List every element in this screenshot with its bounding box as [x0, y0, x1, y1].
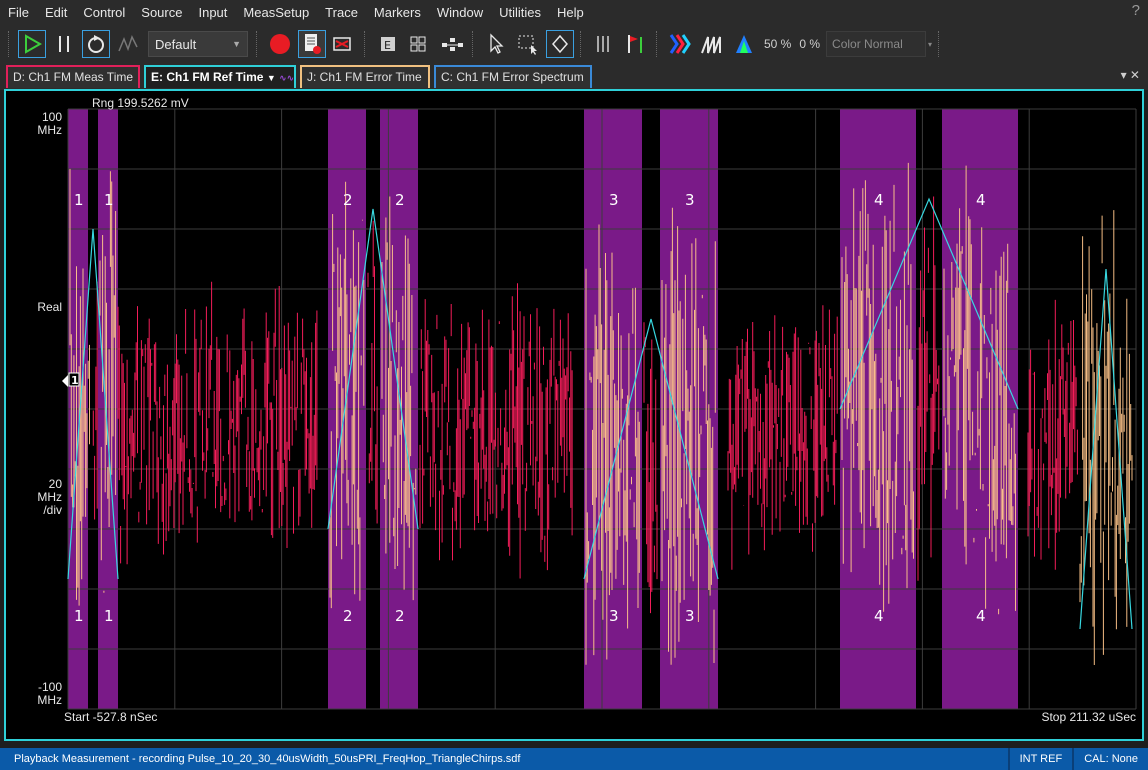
pulse-label: 3	[685, 607, 695, 625]
trace-noise	[117, 281, 318, 565]
menu-help[interactable]: Help	[549, 0, 592, 26]
chevron-down-icon[interactable]: ▼	[267, 73, 276, 83]
pulse-label: 2	[395, 607, 405, 625]
pulse-label: 1	[104, 607, 114, 625]
y-format-label: Real	[37, 300, 62, 314]
pulse-label: 4	[976, 607, 986, 625]
tab-ch1-fm-meas-time[interactable]: D: Ch1 FM Meas Time	[6, 65, 140, 88]
stop-label: Stop 211.32 uSec	[1041, 710, 1136, 724]
trace-display[interactable]: 1 1 1 1 2 2 2 2 3 3 3 3 4 4 4 4 1 Rng 199.5262 mV 100 MH…	[4, 89, 1144, 741]
pulse-label: 4	[976, 191, 986, 209]
pulse-label: 3	[609, 607, 619, 625]
trace-plot[interactable]: 1 1 1 1 2 2 2 2 3 3 3 3 4 4 4 4 1	[6, 91, 1142, 739]
trace-noise	[917, 196, 940, 581]
trace-noise	[643, 322, 658, 614]
color-mode-dropdown[interactable]: Color Normal	[826, 31, 927, 57]
diamond-marker-icon[interactable]	[546, 30, 574, 58]
trace-noise	[91, 281, 98, 520]
color-mode-value: Color Normal	[832, 37, 903, 51]
marker-pointer-icon	[62, 375, 68, 387]
tab-label: D: Ch1 FM Meas Time	[13, 70, 134, 84]
trace-tab-strip: D: Ch1 FM Meas Time E: Ch1 FM Ref Time ▼…	[0, 62, 1148, 90]
toolbar-grip[interactable]	[938, 31, 942, 57]
select-box-icon[interactable]	[514, 30, 542, 58]
menu-markers[interactable]: Markers	[366, 0, 429, 26]
pulse-label: 2	[343, 607, 353, 625]
pulse-label: 1	[104, 191, 114, 209]
tab-label: E: Ch1 FM Ref Time	[151, 70, 264, 84]
repeat-icon[interactable]	[82, 30, 110, 58]
pause-icon[interactable]	[50, 30, 78, 58]
menu-source[interactable]: Source	[133, 0, 190, 26]
menu-utilities[interactable]: Utilities	[491, 0, 549, 26]
preset-value: Default	[155, 36, 197, 52]
pulse-label: 3	[685, 191, 695, 209]
tab-controls[interactable]: ▾ ✕	[1121, 68, 1140, 82]
tab-ch1-fm-error-spectrum[interactable]: C: Ch1 FM Error Spectrum	[434, 65, 592, 88]
grid-icon[interactable]	[406, 30, 434, 58]
tab-label: C: Ch1 FM Error Spectrum	[441, 70, 584, 84]
pulse-label: 1	[74, 607, 84, 625]
network-icon[interactable]	[438, 30, 466, 58]
menu-bar: File Edit Control Source Input MeasSetup…	[0, 0, 1148, 26]
toolbar-grip[interactable]	[580, 31, 584, 57]
start-label: Start -527.8 nSec	[64, 710, 158, 724]
toolbar-grip[interactable]	[364, 31, 368, 57]
y-top-label: 100 MHz	[37, 110, 62, 137]
status-message: Playback Measurement - recording Pulse_1…	[14, 753, 521, 765]
waterfall-icon[interactable]	[698, 30, 726, 58]
svg-text:E: E	[384, 39, 391, 52]
pulse-label: 4	[874, 191, 884, 209]
toolbar-grip[interactable]	[8, 31, 12, 57]
menu-edit[interactable]: Edit	[37, 0, 75, 26]
help-question-icon[interactable]: ?	[1132, 2, 1140, 19]
recorder-icon[interactable]	[330, 30, 358, 58]
toolbar-grip[interactable]	[472, 31, 476, 57]
tab-ch1-fm-error-time[interactable]: J: Ch1 FM Error Time	[300, 65, 430, 88]
toolbar: Default ▼ E 50 % 0 % Color Normal ▾	[0, 26, 1148, 62]
y-bottom-label: -100 MHz	[37, 680, 62, 707]
marker-label: 1	[71, 374, 79, 387]
cal-status[interactable]: CAL: None	[1072, 748, 1148, 770]
play-icon[interactable]	[18, 30, 46, 58]
trace-noise	[1079, 210, 1133, 665]
menu-input[interactable]: Input	[190, 0, 235, 26]
menu-trace[interactable]: Trace	[317, 0, 366, 26]
chevron-down-icon[interactable]: ▾	[928, 40, 932, 49]
ref-status[interactable]: INT REF	[1007, 748, 1073, 770]
trace-noise	[419, 283, 573, 579]
zoom-b-value[interactable]: 0 %	[799, 37, 820, 51]
preset-dropdown[interactable]: Default ▼	[148, 31, 248, 57]
menu-window[interactable]: Window	[429, 0, 491, 26]
y-scale-label: 20 MHz /div	[37, 477, 62, 517]
zoom-a-value[interactable]: 50 %	[764, 37, 791, 51]
toolbar-grip[interactable]	[256, 31, 260, 57]
pulse-label: 2	[343, 191, 353, 209]
toolbar-grip[interactable]	[656, 31, 660, 57]
tab-label: J: Ch1 FM Error Time	[307, 70, 422, 84]
pulse-label: 1	[74, 191, 84, 209]
flag-icon[interactable]	[622, 30, 650, 58]
pulse-label: 2	[395, 191, 405, 209]
tab-ch1-fm-ref-time[interactable]: E: Ch1 FM Ref Time ▼ ∿∿	[144, 65, 296, 88]
spectrogram-icon[interactable]	[730, 30, 758, 58]
waveform-icon: ∿∿	[279, 73, 295, 83]
chevron-down-icon: ▼	[232, 39, 241, 49]
pulse-label: 3	[609, 191, 619, 209]
status-bar: Playback Measurement - recording Pulse_1…	[0, 748, 1148, 770]
spectrum-color-icon[interactable]	[666, 30, 694, 58]
document-icon[interactable]	[298, 30, 326, 58]
menu-meassetup[interactable]: MeasSetup	[235, 0, 317, 26]
menu-file[interactable]: File	[0, 0, 37, 26]
record-icon[interactable]	[266, 30, 294, 58]
pulse-label: 4	[874, 607, 884, 625]
averaging-icon[interactable]	[114, 30, 142, 58]
range-label: Rng 199.5262 mV	[92, 96, 189, 110]
trace-noise	[727, 305, 838, 570]
pointer-icon[interactable]	[482, 30, 510, 58]
trace-noise	[367, 220, 378, 524]
menu-control[interactable]: Control	[75, 0, 133, 26]
e-icon[interactable]: E	[374, 30, 402, 58]
bars-icon[interactable]	[590, 30, 618, 58]
